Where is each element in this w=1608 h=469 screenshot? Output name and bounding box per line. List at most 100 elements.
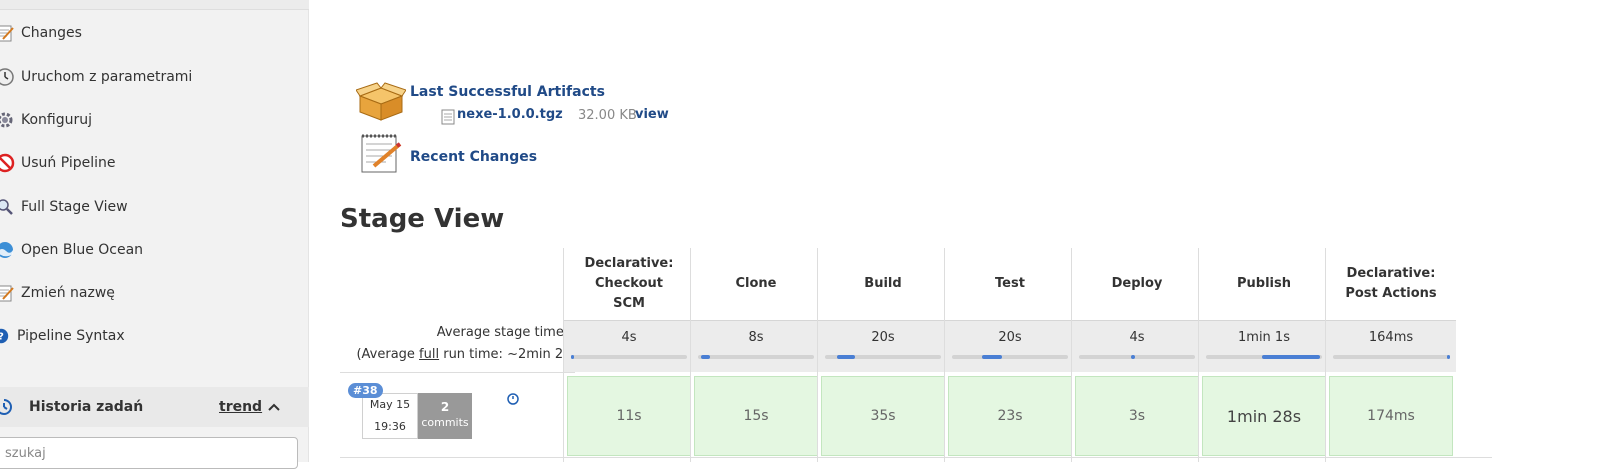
stage-column: Declarative: Checkout SCM 4s 11s	[563, 248, 694, 462]
stage-average-cell: 20s	[945, 320, 1075, 372]
stage-run-cell[interactable]: 15s	[694, 376, 818, 456]
sidebar-item-konfiguruj[interactable]: Konfiguruj	[0, 106, 92, 134]
average-full-suffix: run time: ~2min 2s)	[439, 347, 575, 362]
build-time: 19:36	[374, 420, 406, 433]
sidebar-top-strip	[0, 0, 309, 10]
average-full-run-time-label: (Average full run time: ~2min 2s)	[340, 344, 575, 366]
build-commits-box[interactable]: 2 commits	[418, 393, 472, 439]
stage-progress-bar	[571, 355, 687, 359]
sidebar-item-open-blue-ocean[interactable]: Open Blue Ocean	[0, 236, 143, 264]
stage-run-cell[interactable]: 1min 28s	[1202, 376, 1326, 456]
stage-progress-fill	[836, 355, 856, 359]
stage-progress-bar	[825, 355, 941, 359]
stage-average-time: 8s	[748, 330, 764, 345]
stage-column: Test 20s 23s	[944, 248, 1075, 462]
stage-average-cell: 164ms	[1326, 320, 1456, 372]
stage-progress-bar	[698, 355, 814, 359]
trend-link[interactable]: trend	[219, 399, 262, 415]
blue-ocean-icon	[0, 239, 16, 261]
magnifier-icon	[0, 196, 16, 218]
stage-run-cell[interactable]: 35s	[821, 376, 945, 456]
sidebar-item-label: Open Blue Ocean	[21, 242, 144, 258]
build-history-header: Historia zadań trend	[0, 387, 309, 427]
main-content: Last Successful Artifacts nexe-1.0.0.tgz…	[310, 0, 1608, 462]
sidebar-item-label: Full Stage View	[21, 199, 128, 215]
build-run-row: #38 May 15 19:36 2 commits	[340, 372, 575, 462]
stage-progress-fill	[571, 355, 575, 359]
stage-header: Deploy	[1111, 276, 1163, 291]
sidebar-item-changes[interactable]: Changes	[0, 19, 82, 47]
sidebar-item-full-stage-view[interactable]: Full Stage View	[0, 193, 128, 221]
stage-average-time: 20s	[871, 330, 895, 345]
stage-column: Deploy 4s 3s	[1071, 248, 1202, 462]
svg-text:?: ?	[0, 332, 4, 343]
stage-view-average-labels: Average stage times: (Average full run t…	[340, 322, 575, 366]
stage-average-cell: 4s	[564, 320, 694, 372]
stage-average-time: 164ms	[1368, 330, 1414, 345]
stage-header: Declarative: Post Actions	[1345, 266, 1437, 301]
stage-column: Declarative: Post Actions 164ms 174ms	[1325, 248, 1456, 462]
sidebar-item-label: Usuń Pipeline	[21, 155, 116, 171]
recent-changes-link[interactable]: Recent Changes	[410, 149, 537, 165]
chevron-up-icon[interactable]	[266, 399, 282, 415]
stage-average-time: 4s	[621, 330, 637, 345]
sidebar-item-label: Pipeline Syntax	[17, 328, 125, 344]
stage-header: Declarative: Checkout SCM	[584, 256, 674, 311]
stage-average-cell: 8s	[691, 320, 821, 372]
stage-average-time: 20s	[998, 330, 1022, 345]
stage-column: Publish 1min 1s 1min 28s	[1198, 248, 1329, 462]
stage-view-row-divider	[340, 457, 1492, 458]
stage-progress-bar	[1206, 355, 1322, 359]
artifact-file-link[interactable]: nexe-1.0.0.tgz	[457, 107, 563, 122]
stage-header: Publish	[1237, 276, 1291, 291]
stage-progress-fill	[1131, 355, 1135, 359]
gear-icon	[0, 109, 16, 131]
stage-header: Test	[995, 276, 1025, 291]
stage-progress-bar	[1079, 355, 1195, 359]
stage-progress-bar	[952, 355, 1068, 359]
commits-label: commits	[421, 416, 469, 429]
stage-progress-fill	[982, 355, 1002, 359]
sidebar-item-pipeline-syntax[interactable]: ? Pipeline Syntax	[0, 322, 125, 350]
stage-progress-bar	[1333, 355, 1450, 359]
clock-icon	[0, 66, 16, 88]
stage-average-time: 1min 1s	[1238, 330, 1290, 345]
average-full-word: full	[419, 347, 440, 362]
build-history-search-input[interactable]	[0, 437, 298, 469]
stage-run-cell[interactable]: 11s	[567, 376, 691, 456]
notepad-icon	[0, 282, 16, 304]
help-icon: ?	[0, 325, 12, 347]
artifact-file-size: 32.00 KB	[578, 108, 637, 123]
stage-run-cell[interactable]: 23s	[948, 376, 1072, 456]
stage-column: Clone 8s 15s	[690, 248, 821, 462]
stage-average-cell: 1min 1s	[1199, 320, 1329, 372]
sidebar-item-label: Changes	[21, 25, 82, 41]
no-entry-icon	[0, 152, 16, 174]
sidebar-item-usun-pipeline[interactable]: Usuń Pipeline	[0, 149, 116, 177]
stage-average-time: 4s	[1129, 330, 1145, 345]
stage-progress-fill	[1261, 355, 1320, 359]
package-icon	[355, 82, 407, 126]
stage-progress-fill	[701, 355, 710, 359]
stage-progress-fill	[1446, 355, 1450, 359]
file-icon	[441, 109, 455, 129]
build-number-badge[interactable]: #38	[348, 383, 383, 398]
average-full-prefix: (Average	[356, 347, 420, 362]
sidebar-item-label: Konfiguruj	[21, 112, 93, 128]
run-status-icon[interactable]	[507, 390, 519, 409]
stage-view-title: Stage View	[340, 204, 505, 234]
stage-run-cell[interactable]: 174ms	[1329, 376, 1453, 456]
stage-average-cell: 4s	[1072, 320, 1202, 372]
artifact-view-link[interactable]: view	[635, 107, 669, 122]
stage-average-cell: 20s	[818, 320, 948, 372]
sidebar-item-label: Uruchom z parametrami	[21, 69, 193, 85]
average-stage-times-label: Average stage times:	[436, 325, 575, 340]
stage-run-cell[interactable]: 3s	[1075, 376, 1199, 456]
build-date-box: May 15 19:36	[362, 393, 418, 439]
sidebar-item-uruchom-z-parametrami[interactable]: Uruchom z parametrami	[0, 63, 192, 91]
sidebar-item-zmien-nazwe[interactable]: Zmień nazwę	[0, 279, 115, 307]
stage-column: Build 20s 35s	[817, 248, 948, 462]
last-successful-artifacts-link[interactable]: Last Successful Artifacts	[410, 84, 605, 100]
build-history-title: Historia zadań	[29, 399, 144, 415]
commits-count: 2	[440, 400, 450, 414]
